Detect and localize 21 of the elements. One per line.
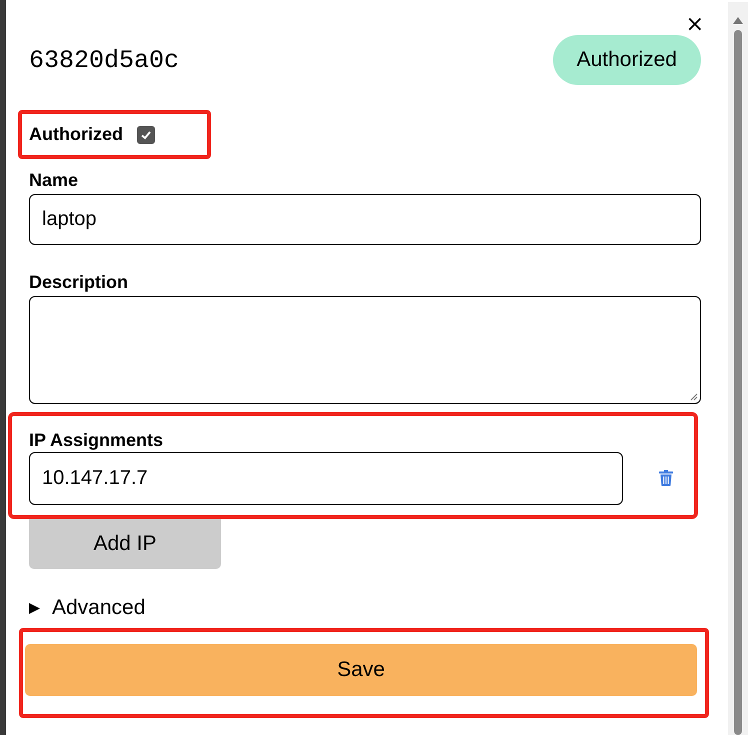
disclosure-triangle-icon [29, 602, 40, 614]
checkbox[interactable] [137, 126, 155, 144]
field-label: Authorized [29, 124, 123, 145]
scroll-thumb[interactable] [734, 30, 742, 735]
device-id: 63820d5a0c [29, 46, 180, 74]
ip-field[interactable]: 10.147.17.7 [29, 452, 623, 505]
field-label: Description [29, 272, 130, 293]
name-field[interactable]: laptop [29, 194, 701, 245]
trash-icon[interactable] [659, 470, 673, 486]
scroll-up-icon[interactable] [733, 16, 743, 24]
add-ip-button[interactable]: Add IP [29, 519, 221, 569]
check-icon [140, 128, 152, 140]
description-field[interactable] [29, 296, 701, 404]
status-badge: Authorized [552, 35, 701, 85]
resize-grip-icon[interactable] [688, 391, 698, 401]
field-label: IP Assignments [29, 430, 164, 451]
field-label: Name [29, 170, 80, 191]
advanced-toggle[interactable]: Advanced [29, 596, 159, 620]
scrollbar[interactable] [728, 2, 748, 735]
close-button[interactable]: × [682, 16, 708, 34]
save-button[interactable]: Save [25, 644, 697, 696]
